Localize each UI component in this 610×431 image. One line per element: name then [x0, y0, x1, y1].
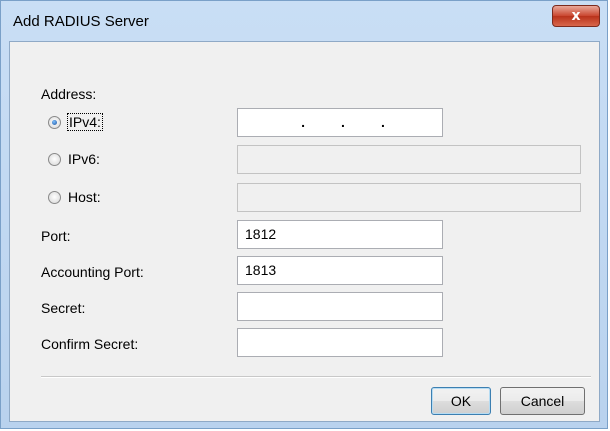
ipv4-address-dots: . . . [238, 109, 442, 136]
ipv6-radio[interactable] [48, 152, 61, 166]
port-input[interactable]: 1812 [237, 220, 443, 249]
host-radio-label[interactable]: Host: [68, 189, 101, 205]
ipv4-dot-1: . [301, 114, 306, 130]
secret-label: Secret: [41, 300, 86, 316]
ok-button-label: OK [450, 393, 472, 409]
ipv4-dot-2: . [341, 114, 345, 130]
ok-button[interactable]: OK [431, 387, 491, 415]
address-label: Address: [41, 86, 97, 102]
title-bar[interactable]: Add RADIUS Server x [1, 1, 607, 41]
ipv4-dot-3: . [380, 114, 385, 130]
ipv6-radio-option[interactable]: IPv6: [48, 151, 100, 167]
ipv6-radio-label[interactable]: IPv6: [68, 151, 100, 167]
ipv6-address-input [237, 145, 581, 174]
dialog-title: Add RADIUS Server [13, 13, 149, 30]
accounting-port-label: Accounting Port: [41, 264, 144, 280]
host-radio-option[interactable]: Host: [48, 189, 101, 205]
confirm-secret-input[interactable] [237, 328, 443, 357]
secret-input[interactable] [237, 292, 443, 321]
ipv4-radio[interactable] [48, 115, 61, 129]
button-separator [41, 376, 591, 378]
ipv4-address-input[interactable]: . . . [237, 108, 443, 137]
add-radius-server-dialog: Add RADIUS Server x Address: IPv4: . . .… [0, 0, 608, 429]
port-label: Port: [41, 228, 71, 244]
ipv4-radio-label[interactable]: IPv4: [67, 113, 103, 131]
accounting-port-input[interactable]: 1813 [237, 256, 443, 285]
cancel-button-label: Cancel [520, 393, 565, 409]
cancel-button[interactable]: Cancel [500, 387, 585, 415]
host-input [237, 183, 581, 212]
confirm-secret-label: Confirm Secret: [41, 336, 139, 352]
close-icon: x [571, 8, 581, 24]
host-radio[interactable] [48, 190, 61, 204]
dialog-body: Address: IPv4: . . . IPv6: Host: Port: 1… [9, 41, 600, 422]
ipv4-radio-option[interactable]: IPv4: [48, 113, 103, 131]
close-button[interactable]: x [552, 5, 600, 27]
